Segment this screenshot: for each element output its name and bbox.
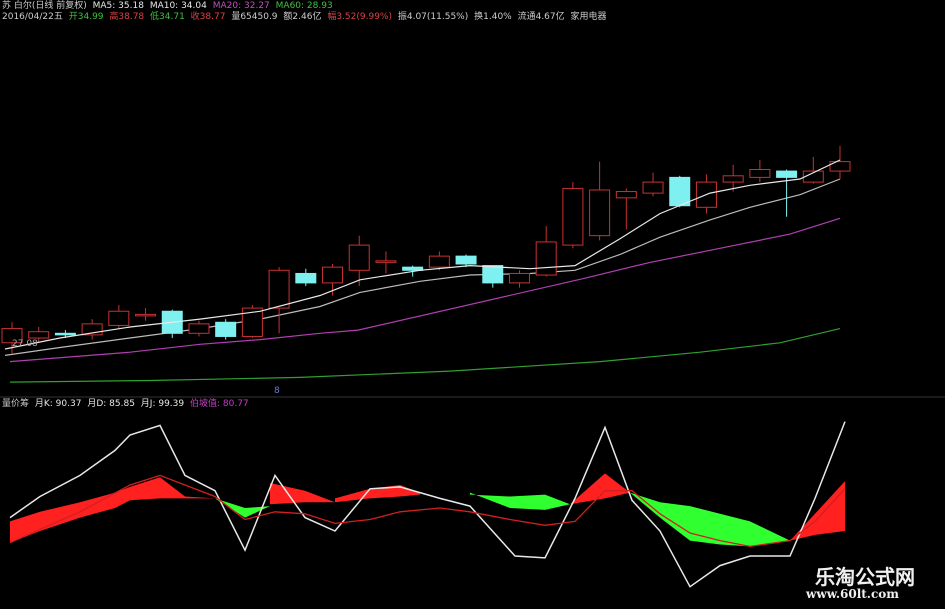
candle-body — [188, 323, 210, 334]
candle-body — [375, 260, 397, 263]
indicator-header: 量价筹 月K: 90.37 月D: 85.85 月J: 99.39 伯坡值: 8… — [2, 399, 252, 410]
date-marker: 8 — [274, 386, 280, 396]
header-ma-row: 苏 白尔(日线 前复权) MA5: 35.18 MA10: 34.04 MA20… — [2, 1, 336, 12]
candle-body — [215, 321, 237, 337]
candle-body — [749, 169, 771, 178]
info-turnover: 换1.40% — [474, 12, 512, 22]
band-down-fill — [470, 492, 570, 510]
candle-body — [108, 310, 130, 326]
candle-body — [482, 265, 504, 284]
ma10-label: MA10: 34.04 — [149, 1, 207, 11]
candle-body — [508, 272, 530, 284]
candle-body — [348, 244, 370, 271]
candle-body — [776, 170, 798, 178]
candle-body — [28, 331, 50, 339]
indicator-extra: 伯坡值: 80.77 — [190, 399, 249, 409]
price-tick-label: 27.08 — [12, 339, 38, 349]
watermark-title: 乐淘公式网 — [815, 565, 915, 589]
header-info-row: 2016/04/22五 开34.99 高38.78 低34.71 收38.77 … — [2, 12, 610, 23]
candle-body — [455, 255, 477, 265]
ma20-label: MA20: 32.27 — [212, 1, 270, 11]
candle-body — [428, 255, 450, 268]
indicator-d: 月D: 85.85 — [87, 399, 135, 409]
band-up-fill — [270, 483, 335, 505]
indicator-name: 量价筹 — [2, 399, 30, 409]
info-open: 开34.99 — [68, 12, 104, 22]
candle-body — [268, 269, 290, 309]
candle-body — [615, 191, 637, 199]
candle-body — [295, 272, 317, 284]
candle-body — [669, 176, 691, 207]
candle-body — [722, 175, 744, 183]
candle-body — [135, 313, 157, 317]
candle-body — [322, 266, 344, 284]
candle-body — [535, 241, 557, 276]
info-sector: 家用电器 — [570, 12, 607, 22]
info-change: 幅3.52(9.99%) — [327, 12, 392, 22]
info-float: 流通4.67亿 — [517, 12, 565, 22]
info-volume: 量65450.9 — [231, 12, 278, 22]
indicator-j: 月J: 99.39 — [140, 399, 185, 409]
candle-body — [589, 189, 611, 237]
info-amplitude: 振4.07(11.55%) — [397, 12, 469, 22]
info-amount: 额2.46亿 — [283, 12, 322, 22]
k-line — [9, 421, 846, 588]
info-close: 收38.77 — [190, 12, 226, 22]
info-high: 高38.78 — [109, 12, 145, 22]
chart-canvas — [0, 145, 945, 588]
indicator-k: 月K: 90.37 — [34, 399, 82, 409]
candle-body — [562, 187, 584, 246]
indicator-panel — [9, 421, 846, 588]
ma20-line — [9, 217, 841, 363]
ma60-label: MA60: 28.93 — [275, 1, 333, 11]
candlestick-panel — [1, 145, 851, 383]
candle-body — [54, 332, 76, 336]
band-up-fill — [10, 477, 215, 543]
stock-title: 苏 白尔(日线 前复权) — [2, 1, 87, 11]
watermark-url: www.60lt.com — [806, 587, 899, 601]
info-low: 低34.71 — [150, 12, 185, 22]
ma5-label: MA5: 35.18 — [92, 1, 144, 11]
candle-body — [642, 181, 664, 194]
ma60-line — [9, 328, 841, 383]
info-date: 2016/04/22五 — [2, 12, 63, 22]
